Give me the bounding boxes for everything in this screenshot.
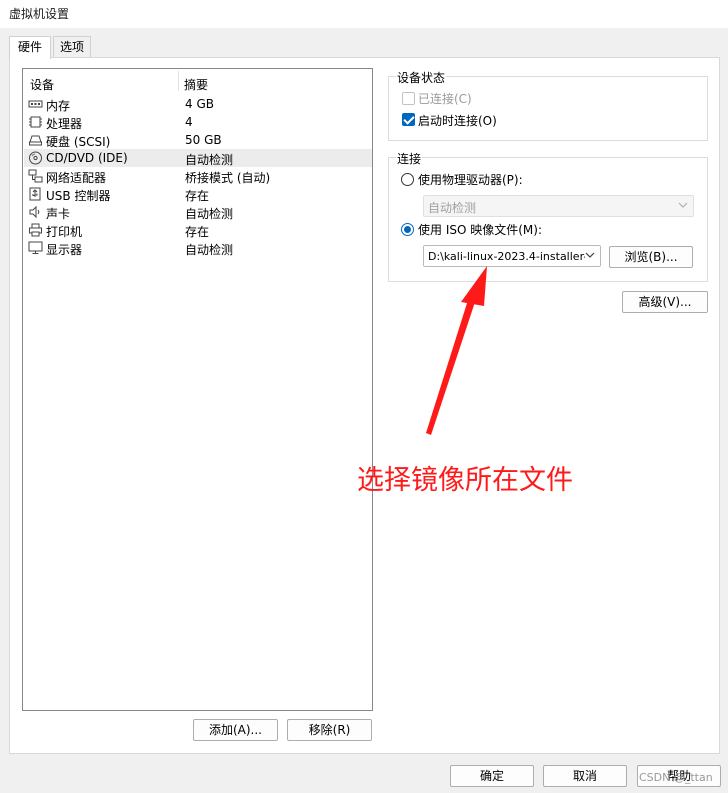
tab-hardware[interactable]: 硬件 — [9, 36, 51, 59]
watermark: CSDN @_ttan — [639, 771, 713, 784]
annotation-text: 选择镜像所在文件 — [357, 465, 573, 496]
ok-button[interactable]: 确定 — [450, 765, 534, 787]
cancel-button[interactable]: 取消 — [543, 765, 627, 787]
annotation-arrow — [426, 266, 487, 435]
